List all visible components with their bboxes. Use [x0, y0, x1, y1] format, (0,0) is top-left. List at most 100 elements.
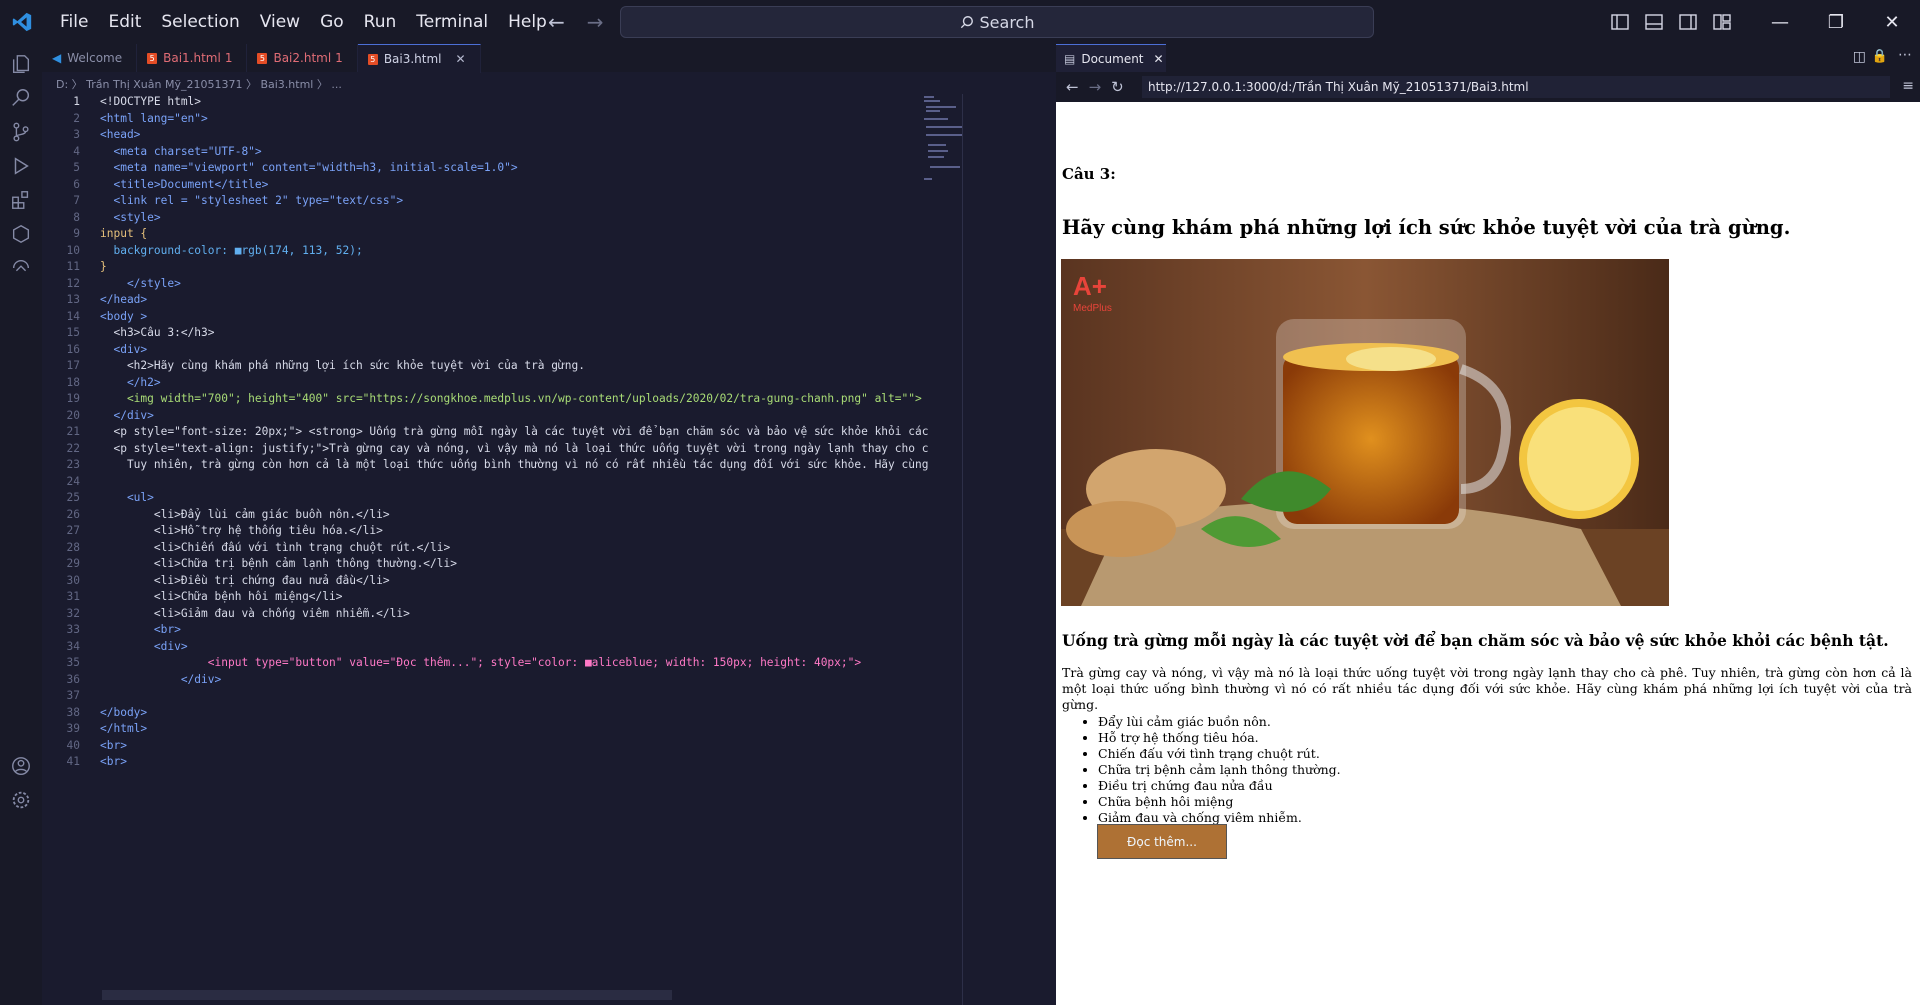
code-text: <meta charset="UTF-8">: [100, 144, 262, 158]
list-item: Chữa bệnh hôi miệng: [1098, 794, 1341, 810]
menu-bar: File Edit Selection View Go Run Terminal…: [50, 0, 557, 44]
tab-welcome[interactable]: ◀ Welcome: [42, 44, 138, 72]
menu-edit[interactable]: Edit: [98, 0, 151, 44]
line-number: 7: [73, 194, 80, 207]
code-line: 15 <h3>Câu 3:</h3>: [42, 325, 922, 342]
restore-icon[interactable]: ❐: [1808, 0, 1864, 44]
tab-bai1[interactable]: 5 Bai1.html 1: [137, 44, 248, 72]
html-file-icon: 5: [257, 52, 268, 64]
explorer-icon[interactable]: [9, 52, 33, 76]
horizontal-scrollbar[interactable]: [102, 990, 672, 1000]
history-nav: ← →: [548, 10, 604, 34]
code-line: 40 <br>: [42, 738, 922, 755]
code-text: <style>: [100, 210, 161, 224]
code-line: 29 <li>Chữa trị bệnh cảm lạnh thông thườ…: [42, 556, 922, 573]
code-text: <h2>Hãy cùng khám phá những lợi ích sức …: [100, 359, 585, 372]
code-text: <br>: [100, 623, 181, 636]
line-number: 34: [66, 639, 80, 653]
close-tab-icon[interactable]: ✕: [456, 52, 466, 66]
breadcrumb[interactable]: D: 〉 Trần Thị Xuân Mỹ_21051371 〉 Bai3.ht…: [56, 76, 342, 92]
code-line: 33 <br>: [42, 622, 922, 639]
toggle-primary-sidebar-icon[interactable]: [1604, 0, 1636, 44]
toggle-secondary-sidebar-icon[interactable]: [1672, 0, 1704, 44]
command-search-box[interactable]: Search: [620, 6, 1374, 38]
line-number: 40: [66, 738, 80, 752]
line-number: 14: [66, 309, 80, 323]
code-editor[interactable]: 1 <!DOCTYPE html> 2 <html lang="en"> 3 <hea…: [42, 94, 929, 771]
source-control-icon[interactable]: [9, 120, 33, 144]
search-sidebar-icon[interactable]: [9, 86, 33, 110]
tab-bai3[interactable]: 5 Bai3.html ✕: [357, 44, 481, 73]
code-text: background-color: ■rgb(174, 113, 52);: [100, 243, 363, 257]
minimize-icon[interactable]: —: [1752, 0, 1808, 44]
line-number: 8: [73, 210, 80, 224]
code-text: <li>Điều trị chứng đau nửa đầu</li>: [100, 573, 390, 587]
more-actions-icon[interactable]: ⋯: [1898, 47, 1912, 63]
lock-icon[interactable]: 🔒: [1872, 49, 1888, 64]
list-item: Chữa trị bệnh cảm lạnh thông thường.: [1098, 762, 1341, 778]
menu-file[interactable]: File: [50, 0, 98, 44]
code-text: </html>: [100, 722, 148, 735]
customize-layout-icon[interactable]: [1706, 0, 1738, 44]
line-number: 20: [66, 408, 80, 422]
back-arrow-icon[interactable]: ←: [548, 10, 565, 34]
code-line: 34 <div>: [42, 639, 922, 656]
tab-bai2[interactable]: 5 Bai2.html 1: [247, 44, 358, 72]
tab-label: Bai2.html: [273, 51, 332, 65]
read-more-button[interactable]: Đọc thêm...: [1097, 824, 1227, 859]
page-heading-h2: Hãy cùng khám phá những lợi ích sức khỏe…: [1062, 216, 1791, 239]
code-text: <p style="font-size: 20px;"> <strong> Uố…: [100, 425, 929, 438]
code-text: <div>: [100, 639, 188, 653]
back-icon[interactable]: ←: [1066, 78, 1079, 96]
html-file-icon: 5: [367, 53, 378, 65]
code-line: 10 background-color: ■rgb(174, 113, 52);: [42, 243, 922, 260]
menu-go[interactable]: Go: [310, 0, 354, 44]
reload-icon[interactable]: ↻: [1111, 78, 1124, 96]
remote-explorer-icon[interactable]: [9, 256, 33, 280]
tab-label: Document: [1081, 52, 1144, 66]
line-number: 11: [66, 260, 80, 273]
line-number: 15: [66, 326, 80, 339]
simple-browser-pane: ▤ Document ✕ ◫ 🔒 ⋯ ← → ↻ http://127.0.0.…: [1056, 44, 1920, 1005]
intro-paragraph: Trà gừng cay và nóng, vì vậy mà nó là lo…: [1062, 665, 1912, 712]
menu-terminal[interactable]: Terminal: [406, 0, 498, 44]
testing-icon[interactable]: [9, 222, 33, 246]
menu-run[interactable]: Run: [354, 0, 407, 44]
extensions-icon[interactable]: [9, 188, 33, 212]
forward-arrow-icon[interactable]: →: [587, 10, 604, 34]
close-window-icon[interactable]: ✕: [1864, 0, 1920, 44]
menu-view[interactable]: View: [250, 0, 310, 44]
code-text: </div>: [100, 672, 222, 686]
code-text: </div>: [100, 408, 154, 422]
tab-label: Bai3.html: [383, 52, 442, 66]
code-line: 26 <li>Đẩy lùi cảm giác buồn nôn.</li>: [42, 507, 922, 524]
preview-icon: ▤: [1064, 52, 1076, 66]
minimap[interactable]: [922, 94, 964, 224]
list-item: Điều trị chứng đau nửa đầu: [1098, 778, 1341, 794]
url-input[interactable]: http://127.0.0.1:3000/d:/Trần Thị Xuân M…: [1142, 76, 1890, 98]
code-text: <link rel = "stylesheet 2" type="text/cs…: [100, 194, 404, 207]
code-text: </style>: [100, 276, 181, 290]
tab-document[interactable]: ▤ Document ✕: [1056, 44, 1166, 73]
menu-selection[interactable]: Selection: [151, 0, 249, 44]
toggle-panel-icon[interactable]: [1638, 0, 1670, 44]
line-number: 41: [66, 755, 80, 768]
line-number: 23: [66, 458, 80, 471]
menu-icon[interactable]: ≡: [1902, 78, 1914, 94]
split-editor-icon[interactable]: ◫: [1853, 49, 1866, 65]
close-tab-icon[interactable]: ✕: [1154, 52, 1164, 66]
run-debug-icon[interactable]: [9, 154, 33, 178]
accounts-icon[interactable]: [9, 754, 33, 778]
forward-icon[interactable]: →: [1089, 78, 1102, 96]
code-text: <img width="700"; height="400" src="http…: [100, 392, 922, 405]
html-file-icon: 5: [147, 52, 158, 64]
code-line: 24: [42, 474, 922, 491]
line-number: 30: [66, 573, 80, 587]
code-text: <li>Chữa trị bệnh cảm lạnh thông thường.…: [100, 557, 457, 570]
line-number: 21: [66, 425, 80, 438]
code-line: 38 </body>: [42, 705, 922, 722]
settings-gear-icon[interactable]: [9, 788, 33, 812]
window-controls: — ❐ ✕: [1604, 0, 1920, 44]
line-number: 5: [73, 161, 80, 174]
line-number: 18: [66, 375, 80, 389]
